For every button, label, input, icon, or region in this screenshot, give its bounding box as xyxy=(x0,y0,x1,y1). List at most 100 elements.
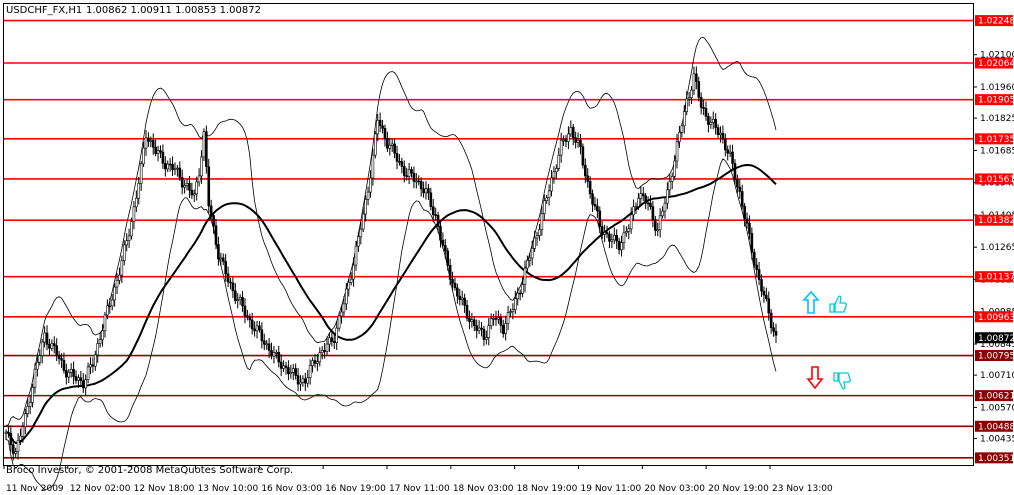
candle-body xyxy=(579,139,582,147)
candle-body xyxy=(127,235,131,241)
candle-body xyxy=(159,150,162,153)
x-tick-label: 17 Nov 11:00 xyxy=(389,484,450,494)
candle-body xyxy=(103,314,107,332)
candle-body xyxy=(289,372,293,375)
candle-body xyxy=(402,165,406,176)
level-label: 1.00351 xyxy=(978,454,1014,464)
candle-body xyxy=(57,355,61,359)
candle-body xyxy=(434,214,437,216)
level-label: 1.00795 xyxy=(978,352,1014,362)
candle-body xyxy=(270,350,273,357)
candle-body xyxy=(704,108,708,117)
candle-body xyxy=(50,343,54,349)
candle-body xyxy=(258,325,261,331)
candle-body xyxy=(106,305,109,316)
candle-body xyxy=(417,180,421,183)
candle-body xyxy=(234,290,237,301)
price-chart[interactable]: 1.021001.019601.018251.016851.015451.014… xyxy=(0,0,1014,495)
candle-body xyxy=(120,260,124,276)
candle-body xyxy=(663,202,667,212)
x-tick-label: 18 Nov 19:00 xyxy=(517,484,578,494)
candle-body xyxy=(101,330,104,340)
candle-body xyxy=(654,219,657,231)
candle-body xyxy=(340,311,343,317)
candle-body xyxy=(139,163,143,184)
candle-body xyxy=(323,350,326,352)
candle-body xyxy=(716,127,720,135)
candle-body xyxy=(569,127,573,135)
candle-body xyxy=(383,128,387,140)
candle-body xyxy=(122,244,126,261)
candle-body xyxy=(282,365,285,369)
candle-body xyxy=(460,297,464,300)
candle-body xyxy=(760,279,763,292)
candle-body xyxy=(547,190,551,199)
candle-body xyxy=(91,364,95,367)
candle-body xyxy=(465,305,469,319)
candle-body xyxy=(593,203,597,207)
candle-body xyxy=(229,281,232,284)
candle-body xyxy=(62,359,66,371)
candle-body xyxy=(629,214,633,230)
candle-body xyxy=(180,177,184,188)
candle-body xyxy=(178,167,182,178)
candle-body xyxy=(43,332,46,343)
candle-body xyxy=(26,406,30,414)
candle-body xyxy=(60,358,63,361)
candle-body xyxy=(72,369,75,377)
y-tick-label: 1.00710 xyxy=(980,371,1014,381)
candle-body xyxy=(644,195,647,204)
candle-body xyxy=(69,369,73,373)
candle-body xyxy=(441,239,445,246)
candle-body xyxy=(24,413,27,428)
candle-body xyxy=(79,377,83,382)
candle-body xyxy=(197,175,201,183)
candle-body xyxy=(154,146,157,154)
candle-body xyxy=(328,337,331,345)
candle-body xyxy=(709,122,713,125)
candle-body xyxy=(424,188,428,194)
candle-body xyxy=(559,139,563,156)
candle-body xyxy=(743,205,746,220)
candle-body xyxy=(530,248,534,259)
candle-body xyxy=(555,168,558,173)
candle-body xyxy=(161,151,165,164)
candle-body xyxy=(463,297,466,306)
candle-body xyxy=(762,290,766,296)
candle-body xyxy=(212,215,215,227)
candle-body xyxy=(680,125,684,133)
candle-body xyxy=(562,139,565,142)
candle-body xyxy=(243,305,247,317)
x-tick-label: 13 Nov 10:00 xyxy=(198,484,259,494)
candle-body xyxy=(468,318,471,322)
candle-body xyxy=(472,319,476,327)
candle-body xyxy=(357,236,360,247)
candle-body xyxy=(651,206,655,220)
candle-body xyxy=(748,222,751,234)
level-label: 1.02248 xyxy=(978,17,1014,27)
candle-body xyxy=(627,228,631,232)
candle-body xyxy=(38,355,42,363)
candle-body xyxy=(617,240,621,251)
candle-body xyxy=(721,132,725,140)
candle-body xyxy=(444,245,447,252)
candle-body xyxy=(451,279,454,284)
candle-body xyxy=(226,273,230,283)
candle-body xyxy=(702,107,705,109)
candle-body xyxy=(666,189,669,204)
copyright-text: Broco Investor, © 2001-2008 MetaQuotes S… xyxy=(6,465,293,476)
y-tick-label: 1.01685 xyxy=(980,146,1014,156)
candle-body xyxy=(361,213,365,230)
candle-body xyxy=(231,282,235,292)
candle-body xyxy=(364,199,367,215)
candle-body xyxy=(142,147,145,165)
candle-body xyxy=(209,205,213,216)
candle-body xyxy=(40,341,44,356)
candle-body xyxy=(65,370,68,378)
candle-body xyxy=(137,183,141,199)
candle-body xyxy=(316,361,319,364)
candle-body xyxy=(21,426,25,437)
candle-body xyxy=(670,176,674,182)
candle-body xyxy=(108,305,112,308)
candle-body xyxy=(641,193,645,197)
